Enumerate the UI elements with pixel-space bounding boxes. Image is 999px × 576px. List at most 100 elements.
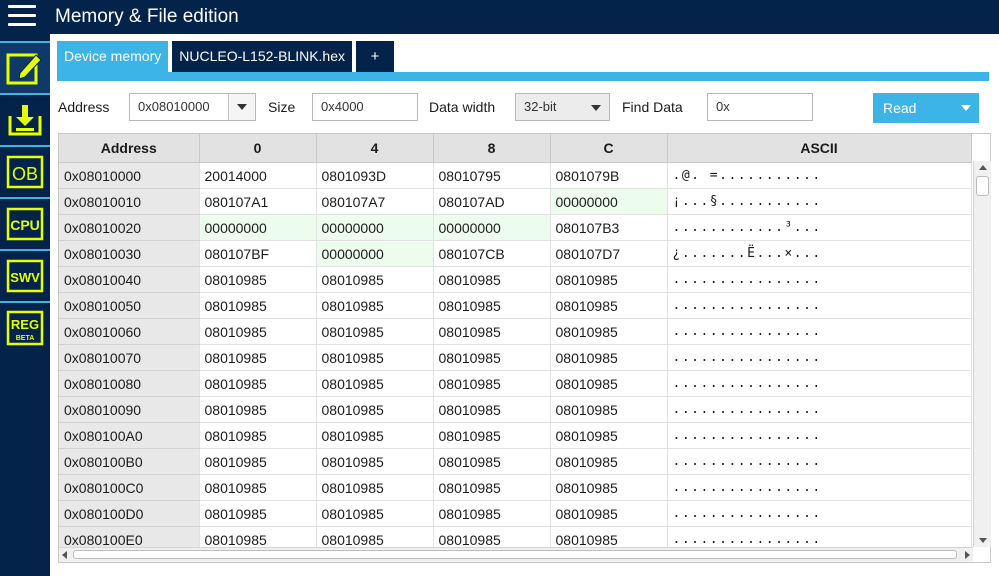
- row-address: 0x08010040: [59, 266, 200, 293]
- scroll-up-icon[interactable]: [979, 165, 987, 170]
- scroll-thumb[interactable]: [73, 550, 957, 559]
- memory-cell[interactable]: 080107A7: [316, 188, 434, 215]
- memory-cell[interactable]: 20014000: [199, 162, 317, 189]
- memory-cell[interactable]: 00000000: [433, 214, 551, 241]
- memory-cell[interactable]: 080107AD: [433, 188, 551, 215]
- memory-cell[interactable]: 08010985: [433, 370, 551, 397]
- memory-cell[interactable]: 08010985: [199, 422, 317, 449]
- memory-cell[interactable]: 00000000: [550, 188, 668, 215]
- memory-cell[interactable]: 08010985: [433, 292, 551, 319]
- cpu-icon[interactable]: CPU: [0, 199, 50, 249]
- hamburger-menu-icon[interactable]: [8, 5, 36, 27]
- memory-cell[interactable]: 08010985: [316, 344, 434, 371]
- scroll-right-icon[interactable]: [965, 551, 970, 559]
- memory-cell[interactable]: 08010985: [433, 266, 551, 293]
- memory-cell[interactable]: 08010985: [550, 474, 668, 501]
- column-header-c[interactable]: C: [550, 134, 668, 163]
- chevron-down-icon[interactable]: [228, 94, 255, 120]
- add-tab-button[interactable]: +: [356, 41, 394, 72]
- row-address: 0x08010050: [59, 292, 200, 319]
- memory-cell[interactable]: 00000000: [316, 214, 434, 241]
- size-input[interactable]: 0x4000: [312, 93, 418, 121]
- memory-cell[interactable]: 08010985: [433, 500, 551, 527]
- memory-cell[interactable]: 08010985: [550, 344, 668, 371]
- memory-cell[interactable]: 08010985: [433, 318, 551, 345]
- memory-cell[interactable]: 08010985: [316, 474, 434, 501]
- ascii-cell: ¿.......Ë...×...: [667, 240, 972, 267]
- memory-cell[interactable]: 08010985: [316, 448, 434, 475]
- data-width-select[interactable]: 32-bit: [515, 93, 610, 121]
- chevron-down-icon[interactable]: [961, 105, 971, 111]
- memory-cell[interactable]: 080107D7: [550, 240, 668, 267]
- memory-cell[interactable]: 00000000: [199, 214, 317, 241]
- memory-cell[interactable]: 08010985: [316, 370, 434, 397]
- address-combobox[interactable]: 0x08010000: [129, 93, 256, 121]
- memory-cell[interactable]: 00000000: [316, 240, 434, 267]
- memory-cell[interactable]: 080107B3: [550, 214, 668, 241]
- memory-cell[interactable]: 08010985: [199, 318, 317, 345]
- column-header-8[interactable]: 8: [433, 134, 551, 163]
- memory-cell[interactable]: 08010985: [550, 422, 668, 449]
- memory-cell[interactable]: 0801093D: [316, 162, 434, 189]
- memory-cell[interactable]: 08010985: [550, 500, 668, 527]
- svg-text:CPU: CPU: [10, 217, 40, 233]
- find-data-input[interactable]: 0x: [707, 93, 813, 121]
- window-title: Memory & File edition: [55, 6, 239, 27]
- memory-cell[interactable]: 08010985: [433, 396, 551, 423]
- memory-cell[interactable]: 08010985: [316, 422, 434, 449]
- ascii-cell: ................: [667, 500, 972, 527]
- swv-icon[interactable]: SWV: [0, 251, 50, 301]
- memory-cell[interactable]: 0801079B: [550, 162, 668, 189]
- memory-cell[interactable]: 08010985: [199, 266, 317, 293]
- memory-cell[interactable]: 08010985: [316, 318, 434, 345]
- memory-cell[interactable]: 08010985: [199, 344, 317, 371]
- option-bytes-icon[interactable]: OB: [0, 147, 50, 197]
- scroll-thumb[interactable]: [976, 176, 989, 196]
- memory-cell[interactable]: 08010985: [199, 474, 317, 501]
- memory-cell[interactable]: 080107A1: [199, 188, 317, 215]
- memory-cell[interactable]: 08010985: [199, 448, 317, 475]
- tab-hex-file[interactable]: NUCLEO-L152-BLINK.hex: [172, 41, 352, 72]
- memory-cell[interactable]: 08010985: [550, 266, 668, 293]
- registers-icon[interactable]: REG BETA: [0, 303, 50, 353]
- memory-cell[interactable]: 08010985: [550, 370, 668, 397]
- memory-cell[interactable]: 08010985: [316, 396, 434, 423]
- memory-cell[interactable]: 08010985: [316, 266, 434, 293]
- data-width-value: 32-bit: [524, 99, 557, 114]
- memory-cell[interactable]: 08010795: [433, 162, 551, 189]
- memory-cell[interactable]: 08010985: [433, 422, 551, 449]
- memory-cell[interactable]: 08010985: [433, 448, 551, 475]
- column-header-address[interactable]: Address: [59, 134, 200, 163]
- memory-cell[interactable]: 08010985: [316, 292, 434, 319]
- memory-cell[interactable]: 08010985: [199, 292, 317, 319]
- ascii-cell: ................: [667, 422, 972, 449]
- memory-cell[interactable]: 08010985: [550, 318, 668, 345]
- memory-edit-icon[interactable]: [0, 43, 50, 93]
- memory-cell[interactable]: 08010985: [199, 396, 317, 423]
- horizontal-scrollbar[interactable]: [59, 547, 973, 562]
- download-icon[interactable]: [0, 95, 50, 145]
- memory-cell[interactable]: 08010985: [199, 370, 317, 397]
- table-row: 0x08010040 08010985 08010985 08010985 080109…: [59, 266, 972, 293]
- read-button[interactable]: Read: [873, 93, 979, 123]
- memory-cell[interactable]: 08010985: [316, 500, 434, 527]
- table-row: 0x08010020 00000000 00000000 00000000 080107…: [59, 214, 972, 241]
- column-header-0[interactable]: 0: [199, 134, 317, 163]
- memory-cell[interactable]: 08010985: [550, 448, 668, 475]
- memory-cell[interactable]: 080107CB: [433, 240, 551, 267]
- row-address: 0x08010090: [59, 396, 200, 423]
- memory-cell[interactable]: 08010985: [550, 292, 668, 319]
- chevron-down-icon: [591, 105, 601, 111]
- vertical-scrollbar[interactable]: [973, 161, 991, 547]
- memory-cell[interactable]: 080107BF: [199, 240, 317, 267]
- memory-cell[interactable]: 08010985: [199, 500, 317, 527]
- memory-cell[interactable]: 08010985: [433, 344, 551, 371]
- scroll-left-icon[interactable]: [62, 551, 67, 559]
- memory-cell[interactable]: 08010985: [550, 396, 668, 423]
- memory-cell[interactable]: 08010985: [433, 474, 551, 501]
- read-button-label: Read: [883, 100, 917, 116]
- tab-device-memory[interactable]: Device memory: [57, 41, 169, 72]
- column-header-ascii[interactable]: ASCII: [667, 134, 972, 163]
- column-header-4[interactable]: 4: [316, 134, 434, 163]
- scroll-down-icon[interactable]: [979, 538, 987, 543]
